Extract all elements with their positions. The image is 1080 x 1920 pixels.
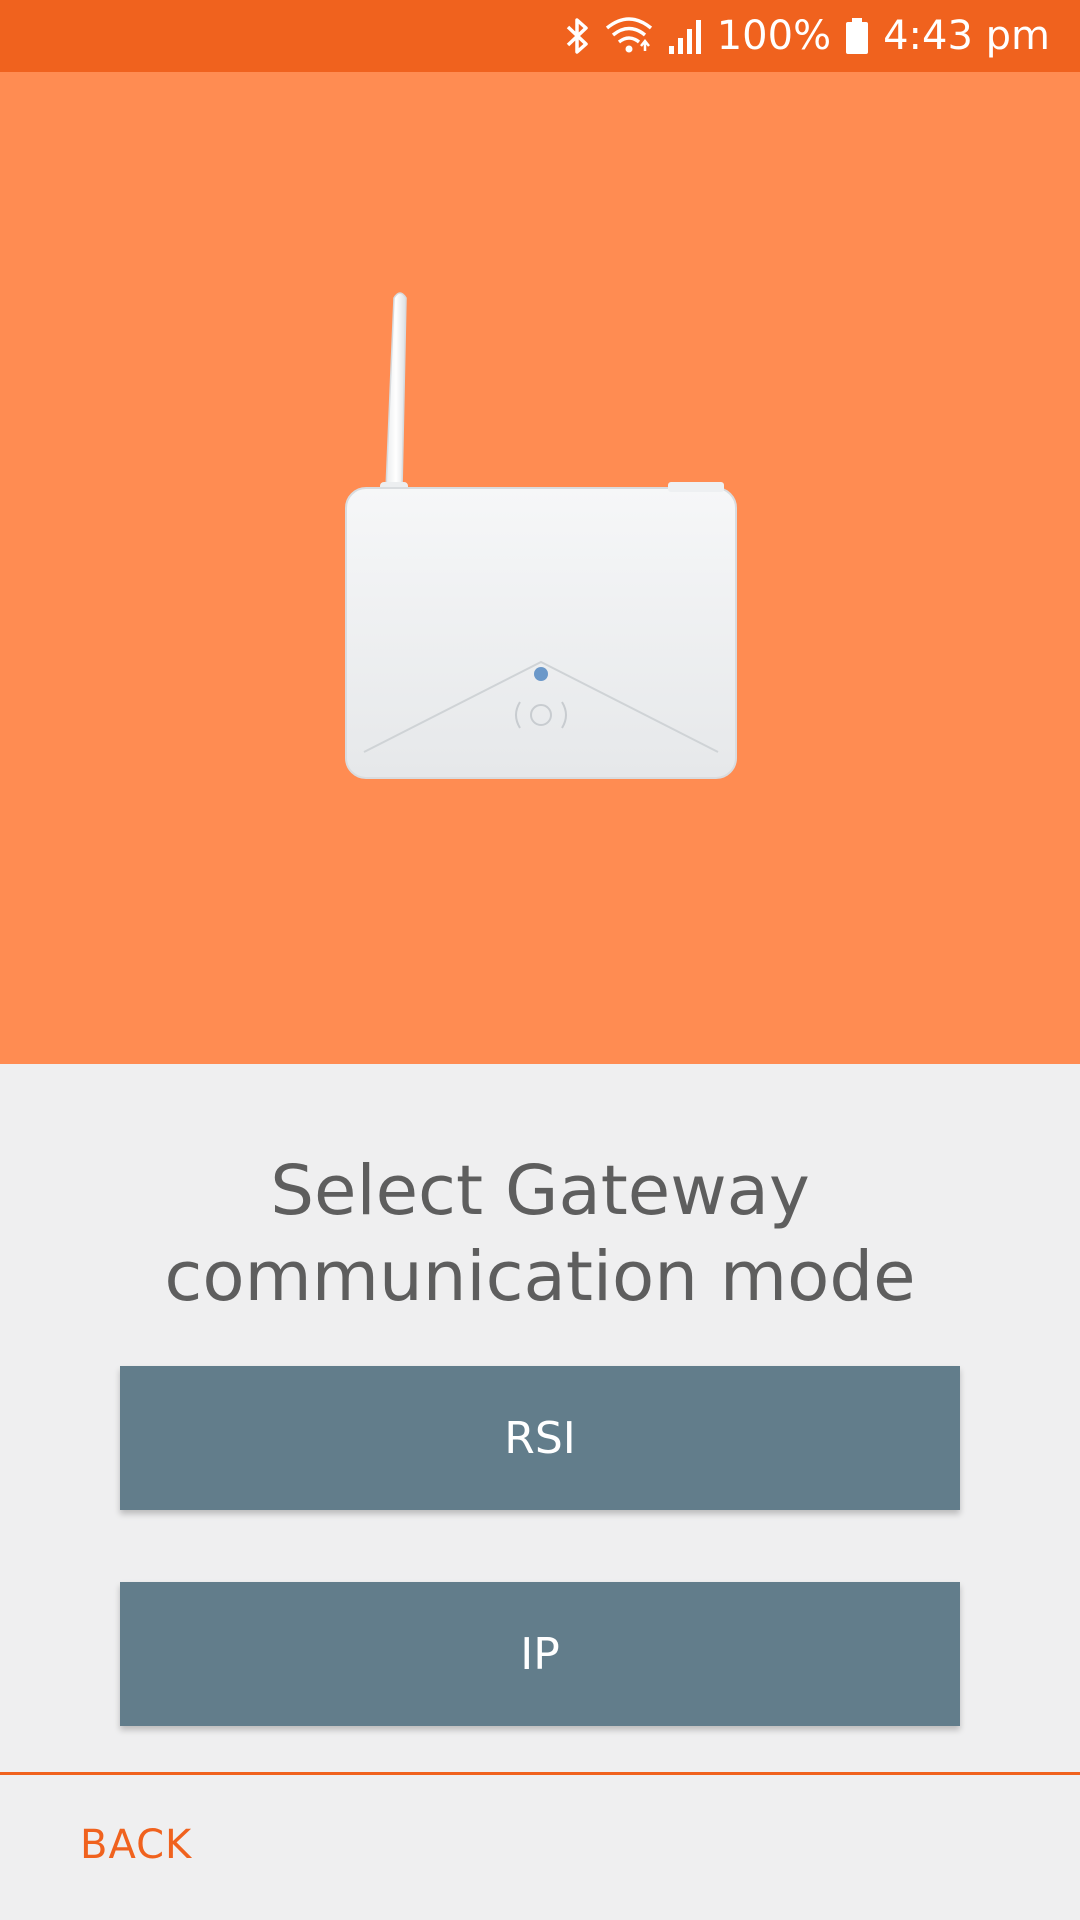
title-line-2: communication mode: [164, 1237, 916, 1317]
battery-icon: [845, 16, 869, 56]
signal-icon: [667, 16, 703, 56]
page-title: Select Gateway communication mode: [0, 1148, 1080, 1320]
hero-banner: [0, 72, 1080, 1064]
bluetooth-icon: [565, 16, 591, 56]
wifi-icon: [605, 16, 653, 56]
gateway-device-image: [320, 252, 760, 817]
back-button[interactable]: BACK: [80, 1822, 192, 1868]
ip-mode-button[interactable]: IP: [120, 1582, 960, 1726]
battery-percent: 100%: [716, 13, 832, 59]
footer-divider: [0, 1772, 1080, 1775]
status-icons: 100% 4:43 pm: [565, 0, 1050, 72]
title-line-1: Select Gateway: [270, 1151, 810, 1231]
clock: 4:43 pm: [883, 13, 1050, 59]
status-bar: 100% 4:43 pm: [0, 0, 1080, 72]
rsi-mode-button[interactable]: RSI: [120, 1366, 960, 1510]
